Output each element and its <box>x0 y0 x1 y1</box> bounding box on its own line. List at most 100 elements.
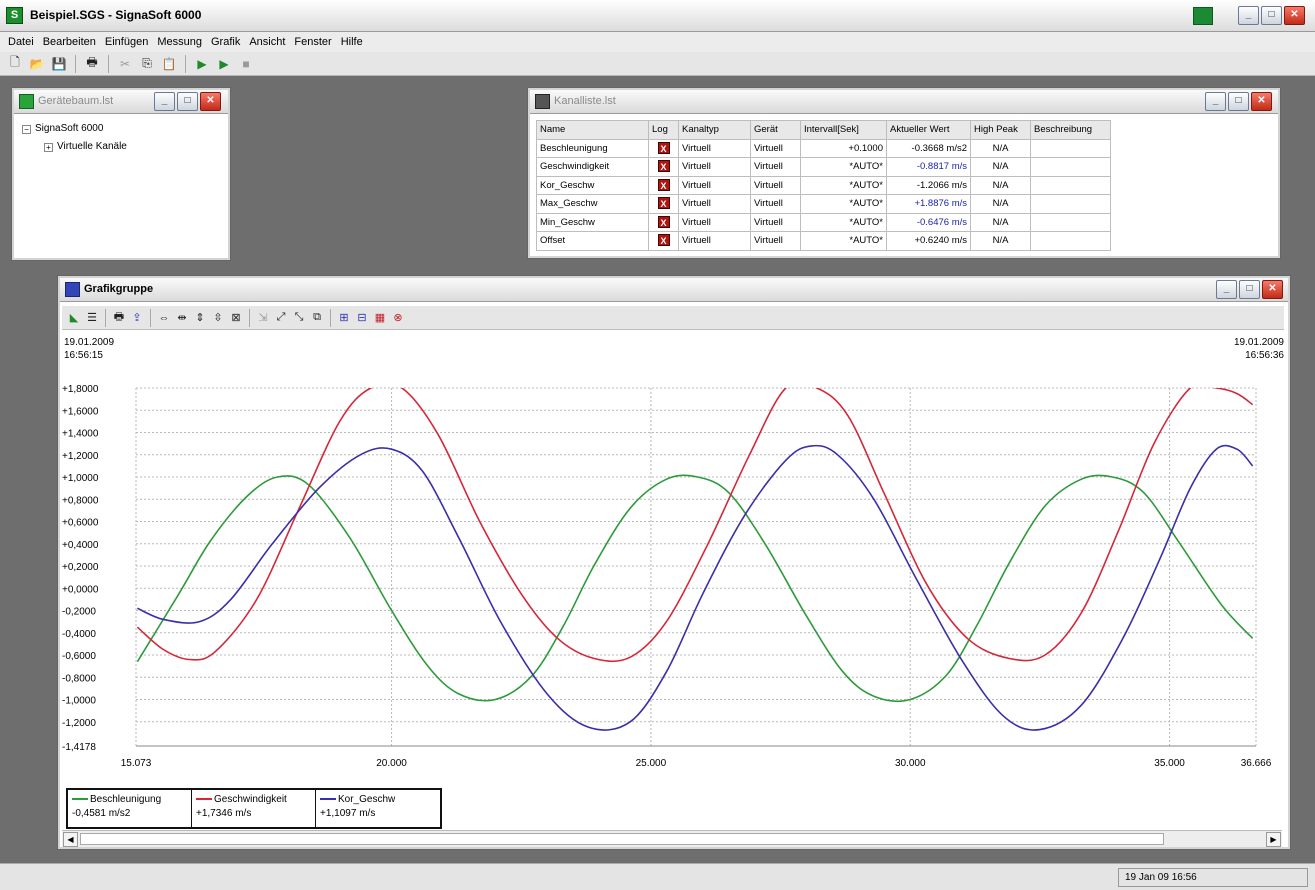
maximize-button[interactable]: □ <box>1261 6 1282 25</box>
menu-item-2[interactable]: Einfügen <box>105 36 148 48</box>
paste-icon[interactable]: 📋 <box>160 55 178 73</box>
status-clock: 19 Jan 09 16:56 <box>1118 868 1308 887</box>
table-row[interactable]: Offset X Virtuell Virtuell *AUTO* +0.6240 m/s… <box>536 231 1111 251</box>
copy-icon[interactable]: ⎘ <box>138 55 156 73</box>
table-row[interactable]: Kor_Geschw X Virtuell Virtuell *AUTO* -1.2066… <box>536 175 1111 195</box>
log-enabled-icon[interactable]: X <box>657 178 670 191</box>
tree-item[interactable]: + Virtuelle Kanäle <box>22 138 127 156</box>
zoom-y-in-icon[interactable]: ⇕ <box>192 310 208 326</box>
save-icon[interactable]: 💾 <box>50 55 68 73</box>
scroll-right-icon[interactable]: ▶ <box>1266 832 1281 847</box>
minimize-button[interactable]: _ <box>154 92 175 111</box>
maximize-button[interactable]: □ <box>1228 92 1249 111</box>
log-enabled-icon[interactable]: X <box>657 215 670 228</box>
app-titlebar: S Beispiel.SGS - SignaSoft 6000 _ □ ✕ <box>0 0 1315 32</box>
tree-window-titlebar[interactable]: Gerätebaum.lst _ □ ✕ <box>14 90 228 114</box>
legend-name: Kor_Geschw <box>338 794 396 805</box>
legend-swatch <box>320 798 336 801</box>
scroll-thumb[interactable] <box>80 833 1164 845</box>
export-icon[interactable]: ⇪ <box>129 310 145 326</box>
channel-remove-icon[interactable]: ⊗ <box>390 310 406 326</box>
menu-item-5[interactable]: Ansicht <box>249 36 285 48</box>
tray-status-icon[interactable] <box>1193 7 1213 25</box>
close-button[interactable]: ✕ <box>1251 92 1272 111</box>
column-header[interactable]: Aktueller Wert <box>886 120 971 140</box>
close-button[interactable]: ✕ <box>1262 280 1283 299</box>
print-icon[interactable]: 🖶 <box>111 310 127 326</box>
log-enabled-icon[interactable]: X <box>657 197 670 210</box>
toolbar-separator <box>105 308 106 327</box>
column-header[interactable]: Kanaltyp <box>678 120 751 140</box>
scale-icon[interactable]: ⤡ <box>291 310 307 326</box>
channel-type: Virtuell <box>678 231 751 251</box>
list-view-icon[interactable]: ☰ <box>84 310 100 326</box>
toolbar-separator <box>330 308 331 327</box>
zoom-x-out-icon[interactable]: ⇹ <box>174 310 190 326</box>
channel-type: Virtuell <box>678 157 751 177</box>
legend-item[interactable]: Kor_Geschw +1,1097 m/s <box>316 790 440 827</box>
legend-item[interactable]: Geschwindigkeit +1,7346 m/s <box>192 790 316 827</box>
stop-icon[interactable]: ■ <box>237 55 255 73</box>
cursor-icon[interactable]: ⇲ <box>255 310 271 326</box>
table-row[interactable]: Beschleunigung X Virtuell Virtuell +0.1000 -0… <box>536 138 1111 158</box>
column-header[interactable]: Gerät <box>750 120 801 140</box>
menu-item-1[interactable]: Bearbeiten <box>43 36 96 48</box>
tree-item[interactable]: − SignaSoft 6000 <box>22 120 127 138</box>
column-header[interactable]: Log <box>648 120 679 140</box>
menu-item-0[interactable]: Datei <box>8 36 34 48</box>
line-chart[interactable]: +1,8000 +1,6000 +1,4000 +1,2000 +1,0000 +0,80… <box>60 366 1288 806</box>
new-file-icon[interactable]: 🗋 <box>6 55 24 73</box>
expand-icon[interactable]: + <box>44 142 53 152</box>
channel-device: Virtuell <box>750 175 801 195</box>
channel-window-titlebar[interactable]: Kanalliste.lst _ □ ✕ <box>530 90 1278 114</box>
column-header[interactable]: High Peak <box>970 120 1031 140</box>
start-time: 16:56:15 <box>64 350 103 361</box>
collapse-icon[interactable]: − <box>22 124 31 134</box>
column-header[interactable]: Name <box>536 120 649 140</box>
table-row[interactable]: Max_Geschw X Virtuell Virtuell *AUTO* +1.8876… <box>536 194 1111 214</box>
maximize-button[interactable]: □ <box>177 92 198 111</box>
log-enabled-icon[interactable]: X <box>657 141 670 154</box>
graph-window-titlebar[interactable]: Grafikgruppe _ □ ✕ <box>60 278 1288 302</box>
log-enabled-icon[interactable]: X <box>657 234 670 247</box>
channel-color-icon[interactable]: ▦ <box>372 310 388 326</box>
fit-icon[interactable]: ⧉ <box>309 310 325 326</box>
column-header[interactable]: Beschreibung <box>1030 120 1111 140</box>
close-button[interactable]: ✕ <box>200 92 221 111</box>
legend-item[interactable]: Beschleunigung -0,4581 m/s2 <box>68 790 192 827</box>
open-folder-icon[interactable]: 📂 <box>28 55 46 73</box>
autoscale-icon[interactable]: ⤢ <box>273 310 289 326</box>
chart-type-icon[interactable]: ◣ <box>66 310 82 326</box>
zoom-y-out-icon[interactable]: ⇳ <box>210 310 226 326</box>
horizontal-scrollbar[interactable]: ◀ ▶ <box>62 830 1282 847</box>
cut-icon[interactable]: ✂ <box>116 55 134 73</box>
start-icon[interactable]: ▶ <box>193 55 211 73</box>
toolbar-separator <box>75 54 76 73</box>
menu-item-6[interactable]: Fenster <box>294 36 331 48</box>
channel-props-icon[interactable]: ⊟ <box>354 310 370 326</box>
print-icon[interactable]: 🖶 <box>83 55 101 73</box>
log-enabled-icon[interactable]: X <box>657 160 670 173</box>
x-tick-label: 20.000 <box>376 758 407 769</box>
close-button[interactable]: ✕ <box>1284 6 1305 25</box>
scroll-left-icon[interactable]: ◀ <box>63 832 78 847</box>
minimize-button[interactable]: _ <box>1238 6 1259 25</box>
channel-type: Virtuell <box>678 212 751 232</box>
table-row[interactable]: Geschwindigkeit X Virtuell Virtuell *AUTO* -0… <box>536 157 1111 177</box>
column-header[interactable]: Intervall[Sek] <box>800 120 887 140</box>
channel-add-icon[interactable]: ⊞ <box>336 310 352 326</box>
zoom-x-in-icon[interactable]: ⇔ <box>156 310 172 326</box>
toolbar-separator <box>185 54 186 73</box>
table-row[interactable]: Min_Geschw X Virtuell Virtuell *AUTO* -0.6476… <box>536 212 1111 232</box>
description <box>1030 194 1111 214</box>
channel-interval: *AUTO* <box>800 157 887 177</box>
start-all-icon[interactable]: ▶ <box>215 55 233 73</box>
minimize-button[interactable]: _ <box>1216 280 1237 299</box>
minimize-button[interactable]: _ <box>1205 92 1226 111</box>
menu-item-4[interactable]: Grafik <box>211 36 240 48</box>
y-tick-label: +1,2000 <box>62 451 99 462</box>
menu-item-7[interactable]: Hilfe <box>341 36 363 48</box>
zoom-reset-icon[interactable]: ⊠ <box>228 310 244 326</box>
maximize-button[interactable]: □ <box>1239 280 1260 299</box>
menu-item-3[interactable]: Messung <box>157 36 202 48</box>
